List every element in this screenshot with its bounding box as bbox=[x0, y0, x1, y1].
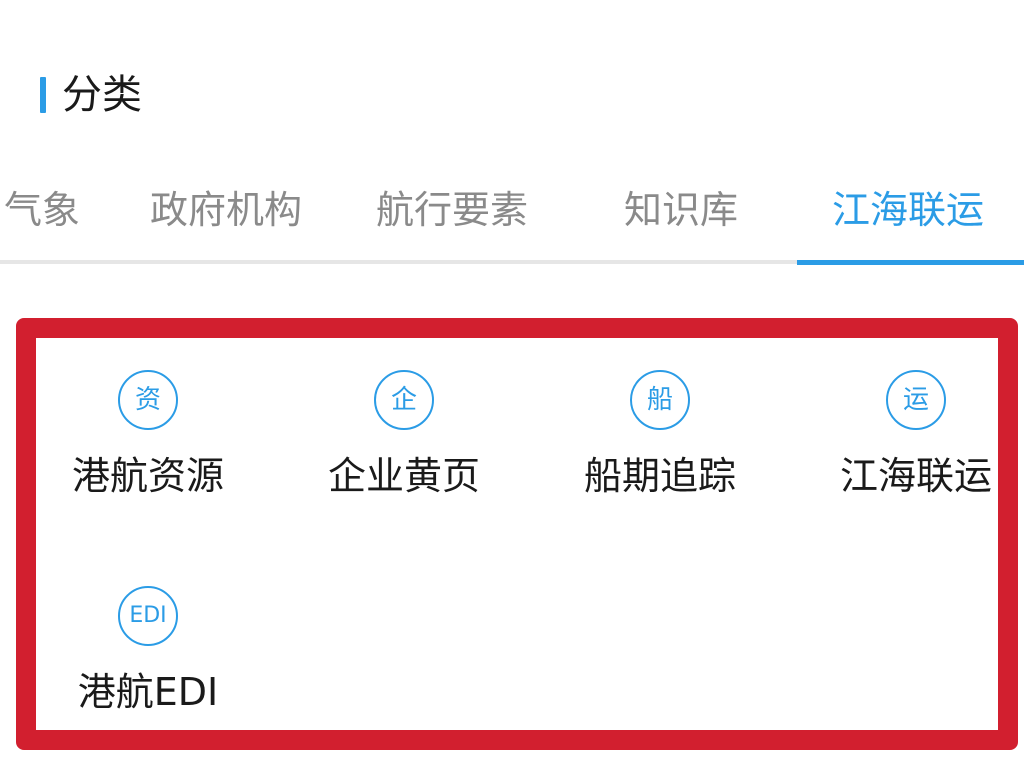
grid-item-ship-schedule[interactable]: 船 船期追踪 bbox=[540, 346, 780, 506]
grid-item-label: 港航资源 bbox=[71, 454, 224, 498]
tab-weather[interactable]: 气象 bbox=[4, 184, 80, 236]
category-page: 分类 气象 政府机构 航行要素 知识库 江海联运 资 港航资源 企 企业黄页 船… bbox=[0, 0, 1024, 768]
tab-knowledge-base[interactable]: 知识库 bbox=[624, 184, 738, 236]
grid-item-company-directory[interactable]: 企 企业黄页 bbox=[284, 346, 524, 506]
company-icon: 企 bbox=[374, 370, 434, 430]
resource-icon: 资 bbox=[118, 370, 178, 430]
tab-government[interactable]: 政府机构 bbox=[150, 184, 302, 236]
feature-grid-panel: 资 港航资源 企 企业黄页 船 船期追踪 运 江海联运 EDI 港航EDI bbox=[16, 318, 1018, 750]
active-tab-indicator bbox=[797, 260, 1024, 265]
edi-icon: EDI bbox=[118, 586, 178, 646]
grid-item-river-sea-transport[interactable]: 运 江海联运 bbox=[796, 346, 1024, 506]
tab-river-sea-transport[interactable]: 江海联运 bbox=[832, 184, 984, 236]
grid-item-label: 港航EDI bbox=[77, 670, 219, 714]
grid-item-port-edi[interactable]: EDI 港航EDI bbox=[28, 562, 268, 722]
grid-item-label: 江海联运 bbox=[839, 454, 992, 498]
transport-icon: 运 bbox=[886, 370, 946, 430]
ship-icon: 船 bbox=[630, 370, 690, 430]
category-tabs: 气象 政府机构 航行要素 知识库 江海联运 bbox=[0, 160, 1024, 268]
section-header: 分类 bbox=[40, 70, 142, 120]
grid-item-port-resources[interactable]: 资 港航资源 bbox=[28, 346, 268, 506]
grid-item-label: 企业黄页 bbox=[327, 454, 480, 498]
section-title: 分类 bbox=[62, 72, 142, 118]
grid-item-label: 船期追踪 bbox=[583, 454, 736, 498]
section-accent-bar bbox=[40, 77, 46, 113]
tab-navigation-elements[interactable]: 航行要素 bbox=[376, 184, 528, 236]
